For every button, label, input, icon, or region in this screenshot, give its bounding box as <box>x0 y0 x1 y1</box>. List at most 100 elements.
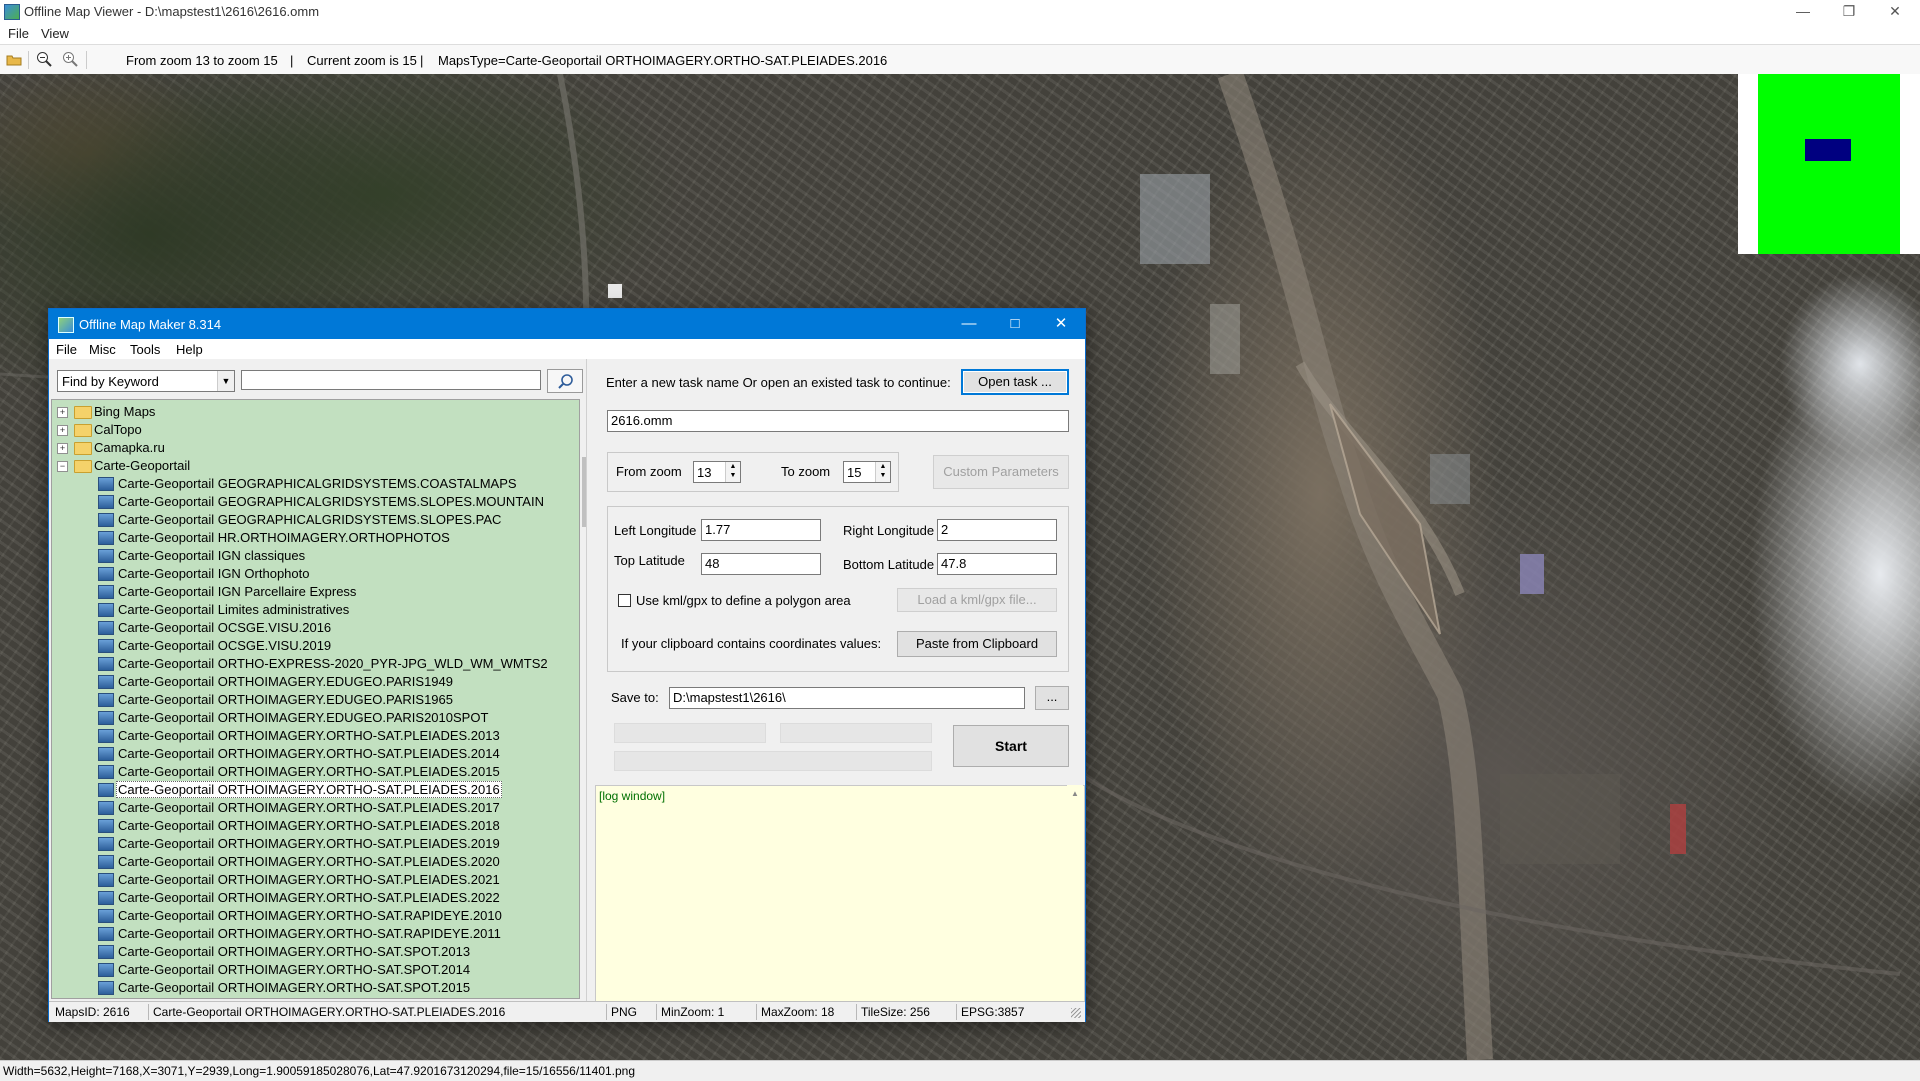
status-separator: | <box>290 53 294 68</box>
offline-map-maker-dialog: Offline Map Maker 8.314 — □ ✕ File Misc … <box>48 308 1086 1022</box>
paste-from-clipboard-button[interactable]: Paste from Clipboard <box>897 631 1057 657</box>
dialog-menu-misc[interactable]: Misc <box>89 342 116 357</box>
menu-file[interactable]: File <box>8 26 29 41</box>
menu-view[interactable]: View <box>41 26 69 41</box>
to-zoom-label: To zoom <box>781 464 831 479</box>
tree-map-item-label: Carte-Geoportail GEOGRAPHICALGRIDSYSTEMS… <box>118 512 502 527</box>
expand-icon[interactable]: + <box>57 407 68 418</box>
tree-map-item-label: Carte-Geoportail ORTHOIMAGERY.ORTHO-SAT.… <box>118 854 500 869</box>
coordinates-status: Width=5632,Height=7168,X=3071,Y=2939,Lon… <box>3 1064 636 1078</box>
map-image-icon <box>98 603 114 617</box>
tree-map-item-label: Carte-Geoportail ORTHOIMAGERY.ORTHO-SAT.… <box>118 872 500 887</box>
dialog-menu-file[interactable]: File <box>56 342 77 357</box>
tree-map-item-label: Carte-Geoportail ORTHOIMAGERY.ORTHO-SAT.… <box>118 800 500 815</box>
from-zoom-value: 13 <box>697 465 712 480</box>
zoom-out-icon[interactable] <box>36 51 52 67</box>
search-mode-value: Find by Keyword <box>62 374 159 389</box>
browse-folder-button[interactable]: ... <box>1035 686 1069 710</box>
tree-map-item-label: Carte-Geoportail OCSGE.VISU.2016 <box>118 620 332 635</box>
search-mode-select[interactable]: Find by Keyword ▼ <box>57 370 235 392</box>
from-zoom-spinner[interactable]: 13 ▲ ▼ <box>693 461 741 483</box>
right-longitude-input[interactable]: 2 <box>937 519 1057 541</box>
close-button[interactable]: ✕ <box>1872 0 1918 24</box>
viewer-status-bar: Width=5632,Height=7168,X=3071,Y=2939,Lon… <box>0 1060 1920 1081</box>
zoom-range-status: From zoom 13 to zoom 15 <box>126 53 278 68</box>
map-image-icon <box>98 783 114 797</box>
progress-bar-total <box>614 751 932 771</box>
collapse-icon[interactable]: − <box>57 461 68 472</box>
log-text: [log window] <box>599 789 666 803</box>
search-icon <box>558 374 573 389</box>
maximize-button[interactable]: ❐ <box>1826 0 1872 24</box>
to-zoom-spinner[interactable]: 15 ▲ ▼ <box>843 461 891 483</box>
pane-splitter[interactable] <box>586 359 587 1001</box>
kml-polygon-checkbox[interactable] <box>618 594 631 607</box>
map-image-icon <box>98 693 114 707</box>
log-scrollbar[interactable]: ▲ ▼ <box>1067 785 1083 1017</box>
map-image-icon <box>98 891 114 905</box>
folder-icon <box>74 424 92 437</box>
overview-minimap[interactable] <box>1738 74 1920 254</box>
zoom-in-icon[interactable] <box>62 51 78 67</box>
dialog-menu-tools[interactable]: Tools <box>130 342 160 357</box>
kml-checkbox-label[interactable]: Use kml/gpx to define a polygon area <box>636 593 851 608</box>
map-image-icon <box>98 675 114 689</box>
map-image-icon <box>98 855 114 869</box>
map-image-icon <box>98 801 114 815</box>
dialog-status-bar: MapsID: 2616 Carte-Geoportail ORTHOIMAGE… <box>49 1001 1085 1022</box>
map-image-icon <box>98 819 114 833</box>
start-button[interactable]: Start <box>953 725 1069 767</box>
dialog-menu-help[interactable]: Help <box>176 342 203 357</box>
progress-bar-2 <box>780 723 932 743</box>
map-image-icon <box>98 639 114 653</box>
dialog-title: Offline Map Maker 8.314 <box>79 317 222 332</box>
tree-map-item-label: Carte-Geoportail ORTHOIMAGERY.ORTHO-SAT.… <box>118 764 500 779</box>
tree-map-item-label: Carte-Geoportail IGN classiques <box>118 548 306 563</box>
max-zoom-status: MaxZoom: 18 <box>757 1004 857 1020</box>
maps-id-status: MapsID: 2616 <box>51 1004 149 1020</box>
map-image-icon <box>98 729 114 743</box>
dialog-menu-bar: File Misc Tools Help <box>49 339 1085 359</box>
dialog-minimize-button[interactable]: — <box>946 309 992 339</box>
load-kml-button[interactable]: Load a kml/gpx file... <box>897 588 1057 612</box>
custom-parameters-button[interactable]: Custom Parameters <box>933 455 1069 489</box>
bottom-latitude-input[interactable]: 47.8 <box>937 553 1057 575</box>
map-image-icon <box>98 477 114 491</box>
folder-open-icon <box>74 460 92 473</box>
left-longitude-input[interactable]: 1.77 <box>701 519 821 541</box>
dialog-close-button[interactable]: ✕ <box>1038 309 1084 339</box>
tree-map-item-label: Carte-Geoportail ORTHOIMAGERY.ORTHO-SAT.… <box>118 962 471 977</box>
tree-map-item-label: Carte-Geoportail Limites administratives <box>118 602 350 617</box>
tree-map-item-label: Carte-Geoportail GEOGRAPHICALGRIDSYSTEMS… <box>118 494 544 509</box>
tree-map-item-label: Carte-Geoportail ORTHOIMAGERY.ORTHO-SAT.… <box>118 944 471 959</box>
spin-updown-icon[interactable]: ▲ ▼ <box>725 462 740 482</box>
scroll-up-icon[interactable]: ▲ <box>1071 789 1079 798</box>
map-image-icon <box>98 981 114 995</box>
minimize-button[interactable]: — <box>1780 0 1826 24</box>
tree-map-item-label: Carte-Geoportail ORTHOIMAGERY.ORTHO-SAT.… <box>118 908 502 923</box>
top-latitude-input[interactable]: 48 <box>701 553 821 575</box>
log-window[interactable]: [log window] <box>595 785 1085 1019</box>
save-path-input[interactable]: D:\mapstest1\2616\ <box>669 687 1025 709</box>
open-task-button[interactable]: Open task ... <box>961 369 1069 395</box>
tree-map-item-label: Carte-Geoportail IGN Orthophoto <box>118 566 310 581</box>
map-image-icon <box>98 747 114 761</box>
open-folder-icon[interactable] <box>6 53 22 66</box>
task-name-input[interactable]: 2616.omm <box>607 410 1069 432</box>
minimap-viewport-indicator[interactable] <box>1805 139 1851 161</box>
expand-icon[interactable]: + <box>57 443 68 454</box>
dialog-title-bar[interactable]: Offline Map Maker 8.314 — □ ✕ <box>49 309 1085 339</box>
map-image-icon <box>98 621 114 635</box>
keyword-search-input[interactable] <box>241 370 541 390</box>
epsg-status: EPSG:3857 <box>961 1005 1025 1019</box>
viewer-menu-bar: File View <box>0 24 1920 44</box>
dialog-maximize-button[interactable]: □ <box>992 309 1038 339</box>
current-zoom-status: Current zoom is 15 <box>307 53 417 68</box>
spin-updown-icon[interactable]: ▲ ▼ <box>875 462 890 482</box>
resize-grip-icon[interactable] <box>1071 1008 1081 1018</box>
expand-icon[interactable]: + <box>57 425 68 436</box>
chevron-down-icon[interactable]: ▼ <box>217 371 234 391</box>
search-button[interactable] <box>547 369 583 393</box>
map-source-tree[interactable]: + Bing Maps + CalTopo + Camapka.ru − Carte-Geop… <box>51 399 580 999</box>
tree-folder-label: Camapka.ru <box>94 440 165 455</box>
